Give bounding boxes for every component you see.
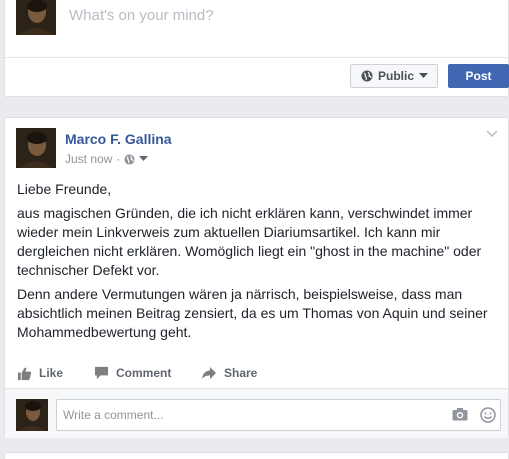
comment-button[interactable]: Comment	[94, 361, 171, 385]
thumbs-up-icon	[17, 367, 32, 380]
comment-input[interactable]: Write a comment...	[56, 399, 501, 431]
like-button[interactable]: Like	[17, 361, 63, 385]
post-button[interactable]: Post	[448, 64, 509, 88]
user-avatar[interactable]	[16, 0, 56, 35]
author-name[interactable]: Marco F. Gallina	[65, 131, 172, 147]
privacy-selector-button[interactable]: Public	[350, 64, 438, 88]
like-label: Like	[39, 366, 64, 380]
share-arrow-icon	[202, 367, 216, 379]
separator-dot: ·	[116, 152, 121, 166]
smiley-icon[interactable]	[480, 407, 496, 423]
post-paragraph: Denn andere Vermutungen wären ja närrisc…	[17, 286, 488, 340]
post-options-chevron-icon[interactable]	[486, 130, 498, 138]
globe-icon	[124, 153, 135, 165]
status-composer: What's on your mind? Public Post	[4, 0, 509, 97]
post-paragraph: aus magischen Gründen, die ich nicht erk…	[17, 205, 482, 278]
comment-placeholder: Write a comment...	[63, 408, 164, 422]
share-label: Share	[224, 366, 258, 380]
post-paragraph: Liebe Freunde,	[17, 181, 112, 197]
post-timestamp[interactable]: Just now	[65, 152, 112, 166]
chevron-down-icon	[419, 73, 429, 78]
commenter-avatar[interactable]	[16, 399, 48, 431]
comment-section: Write a comment...	[5, 388, 508, 438]
share-button[interactable]: Share	[201, 361, 257, 385]
camera-icon[interactable]	[452, 407, 468, 421]
globe-icon	[361, 70, 373, 82]
comment-icon	[94, 366, 109, 380]
privacy-label: Public	[378, 69, 415, 83]
chevron-down-icon[interactable]	[139, 156, 149, 162]
comment-label: Comment	[116, 366, 172, 380]
composer-divider	[5, 57, 508, 58]
author-avatar[interactable]	[16, 128, 56, 168]
status-input[interactable]: What's on your mind?	[69, 7, 214, 24]
post-actions: Like Comment Share	[5, 361, 508, 385]
feed-post: Marco F. Gallina Just now · Liebe Freund…	[4, 117, 509, 438]
comment-input-icons	[452, 407, 496, 423]
post-body: Liebe Freunde, aus magischen Gründen, di…	[17, 180, 502, 347]
post-meta: Just now ·	[65, 152, 149, 166]
next-post-card-edge	[4, 452, 509, 459]
